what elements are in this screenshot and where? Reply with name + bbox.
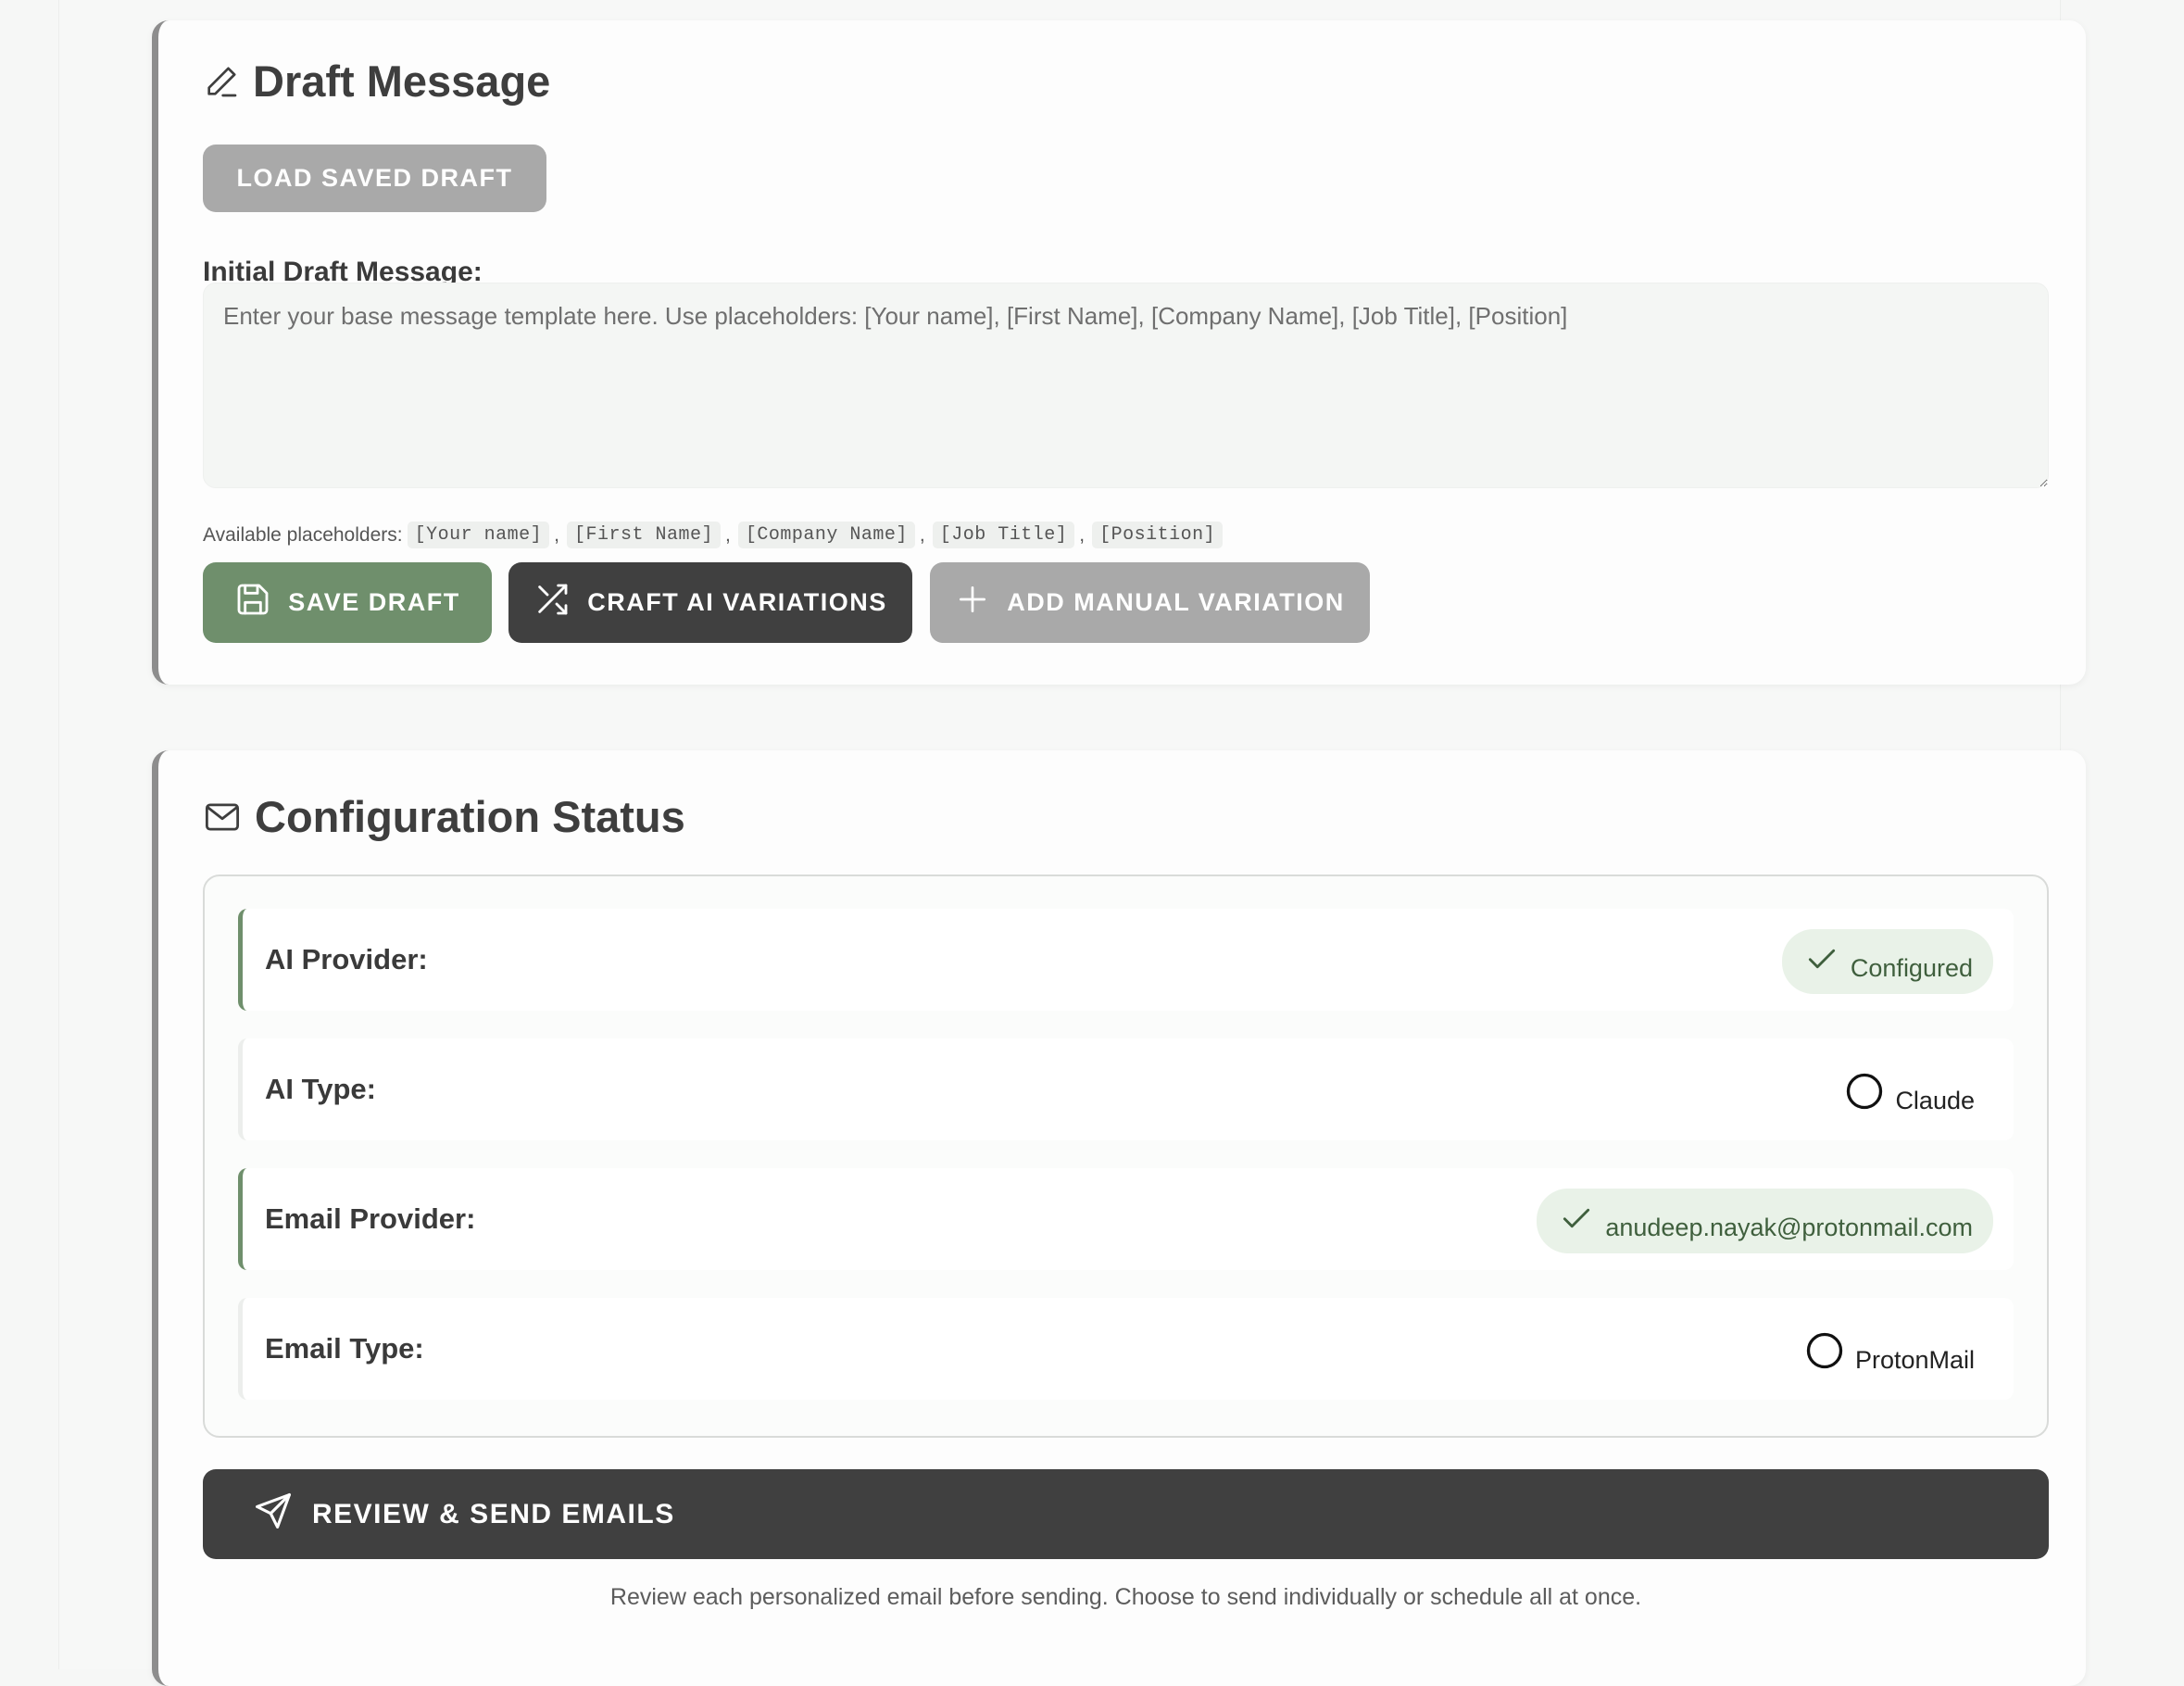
draft-message-card: Draft Message LOAD SAVED DRAFT Initial D…	[152, 20, 2086, 685]
placeholder-separator: ,	[725, 523, 731, 546]
available-placeholders: Available placeholders: [Your name] , [F…	[203, 522, 1224, 548]
review-help-text: Review each personalized email before se…	[609, 1584, 1642, 1610]
status-row-ai-type: AI Type: Claude	[238, 1038, 2014, 1140]
send-icon	[253, 1491, 294, 1539]
placeholder-separator: ,	[554, 523, 559, 546]
placeholder-chip: [Your name]	[407, 522, 550, 548]
status-badge: Configured	[1781, 929, 1993, 994]
craft-ai-variations-label: CRAFT AI VARIATIONS	[587, 588, 887, 616]
draft-message-title: Draft Message	[203, 56, 550, 107]
plus-icon	[955, 582, 990, 623]
status-row-label: AI Type:	[265, 1073, 376, 1105]
status-badge: anudeep.nayak@protonmail.com	[1537, 1189, 1993, 1253]
status-row-email-provider: Email Provider: anudeep.nayak@protonmail…	[238, 1168, 2014, 1270]
circle-icon	[1805, 1331, 1844, 1377]
review-send-emails-label: REVIEW & SEND EMAILS	[312, 1498, 675, 1529]
add-manual-variation-label: ADD MANUAL VARIATION	[1007, 588, 1345, 616]
shuffle-icon	[533, 581, 571, 624]
placeholder-chip: [Company Name]	[737, 522, 915, 548]
draft-message-title-text: Draft Message	[253, 57, 551, 106]
save-draft-button[interactable]: SAVE DRAFT	[203, 562, 492, 643]
check-icon	[1804, 941, 1839, 983]
status-list: AI Provider: Configured AI Type: Claude	[203, 874, 2049, 1438]
pencil-icon	[203, 63, 240, 100]
draft-message-textarea[interactable]	[203, 283, 2049, 488]
status-value: Claude	[1895, 1086, 1975, 1114]
placeholder-chip: [Job Title]	[932, 522, 1075, 548]
placeholder-separator: ,	[1079, 523, 1086, 546]
check-icon	[1559, 1201, 1594, 1242]
configuration-status-card: Configuration Status AI Provider: Config…	[152, 750, 2086, 1686]
configuration-status-title-text: Configuration Status	[255, 792, 685, 841]
mail-icon	[203, 798, 242, 837]
main-column: Draft Message LOAD SAVED DRAFT Initial D…	[58, 0, 2086, 1686]
status-row-label: Email Provider:	[265, 1202, 476, 1235]
status-value-plain: ProtonMail	[1805, 1326, 1975, 1381]
placeholder-chip: [Position]	[1092, 522, 1224, 548]
placeholder-separator: ,	[919, 523, 925, 546]
status-row-label: Email Type:	[265, 1332, 424, 1365]
add-manual-variation-button[interactable]: ADD MANUAL VARIATION	[930, 562, 1370, 643]
configuration-status-title: Configuration Status	[203, 791, 685, 842]
placeholder-chip: [First Name]	[566, 522, 721, 548]
status-value: anudeep.nayak@protonmail.com	[1605, 1213, 1973, 1241]
status-row-email-type: Email Type: ProtonMail	[238, 1298, 2014, 1400]
load-saved-draft-button[interactable]: LOAD SAVED DRAFT	[203, 145, 546, 212]
craft-ai-variations-button[interactable]: CRAFT AI VARIATIONS	[508, 562, 912, 643]
save-icon	[234, 581, 271, 624]
status-value-plain: Claude	[1845, 1066, 1975, 1122]
placeholders-label: Available placeholders:	[203, 523, 403, 546]
status-row-ai-provider: AI Provider: Configured	[238, 909, 2014, 1011]
review-send-emails-button[interactable]: REVIEW & SEND EMAILS	[203, 1469, 2049, 1559]
status-value: ProtonMail	[1854, 1345, 1975, 1374]
load-saved-draft-label: LOAD SAVED DRAFT	[236, 164, 513, 192]
status-row-label: AI Provider:	[265, 943, 428, 975]
circle-icon	[1845, 1072, 1884, 1117]
save-draft-label: SAVE DRAFT	[288, 588, 460, 616]
status-value: Configured	[1850, 953, 1973, 982]
